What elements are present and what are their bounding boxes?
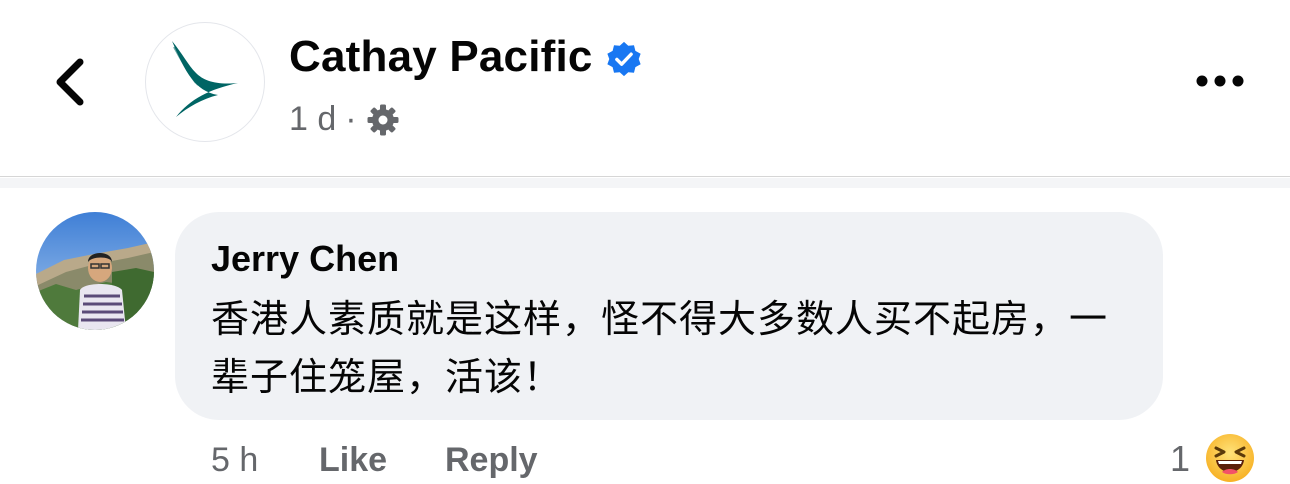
page-name[interactable]: Cathay Pacific [289, 32, 593, 82]
back-button[interactable] [40, 52, 100, 112]
reply-button[interactable]: Reply [445, 441, 538, 480]
post-time[interactable]: 1 d [289, 100, 336, 139]
comment-author[interactable]: Jerry Chen [211, 238, 399, 280]
laughing-emoji-icon[interactable] [1204, 432, 1256, 484]
meta-separator: · [345, 100, 357, 138]
post-meta: 1 d · [289, 100, 400, 139]
gear-icon [367, 104, 399, 135]
commenter-avatar[interactable] [36, 212, 154, 330]
page-avatar[interactable] [145, 22, 265, 142]
comment-text: 香港人素质就是这样，怪不得大多数人买不起房，一辈子住笼屋，活该！ [211, 297, 1109, 399]
profile-photo-icon [36, 212, 154, 330]
section-divider [0, 178, 1290, 188]
cathay-logo-icon [172, 41, 238, 117]
like-button[interactable]: Like [319, 441, 445, 480]
comment-actions: 5 h Like Reply [211, 438, 538, 482]
more-dots-icon [1196, 75, 1244, 87]
more-options-button[interactable] [1190, 62, 1250, 100]
chevron-left-icon [56, 58, 84, 106]
post-header: Cathay Pacific 1 d · [0, 0, 1290, 177]
comment-time[interactable]: 5 h [211, 441, 319, 480]
verified-badge-icon [607, 41, 641, 77]
reaction-count[interactable]: 1 [1170, 438, 1190, 480]
